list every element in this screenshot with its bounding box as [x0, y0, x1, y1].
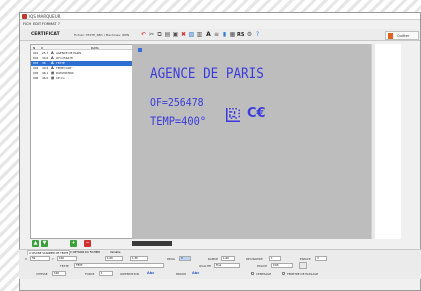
rs-icon[interactable]: RS: [237, 31, 244, 39]
texte-field[interactable]: TEXT: [74, 263, 164, 268]
orientation-button[interactable]: Abc: [147, 271, 154, 275]
row-n: 006: [33, 76, 39, 80]
x-label: X: [25, 257, 27, 261]
vitesse-label: VITESSE: [36, 272, 48, 276]
delete-icon[interactable]: ✖: [180, 31, 187, 39]
x-field[interactable]: 50: [30, 256, 50, 261]
zoom-controls[interactable]: [132, 241, 172, 246]
undo-icon[interactable]: ↶: [140, 31, 147, 39]
police-select[interactable]: COS: [271, 263, 293, 268]
barcode-icon[interactable]: ▥: [196, 31, 203, 39]
exit-button[interactable]: Quitter: [385, 31, 419, 40]
fenetre-label: FENETRE DE PASSAGE: [287, 272, 319, 276]
qualite-select[interactable]: Fine: [214, 263, 240, 268]
force-field[interactable]: 1: [99, 271, 113, 276]
x2-field[interactable]: 1.06: [105, 256, 123, 261]
text-icon[interactable]: A: [205, 31, 212, 39]
police-label: POLICE: [257, 264, 267, 268]
move-down-icon[interactable]: ▼: [41, 240, 48, 247]
espace-field[interactable]: 3: [315, 256, 327, 261]
window-title: IQS MARQUEUR: [29, 14, 61, 19]
grid-icon[interactable]: ▦: [229, 31, 236, 39]
element-tree: N X DATA 001 25.7 A AGENCE DE PARIS 002 …: [30, 44, 147, 239]
app-logo-icon: [22, 14, 27, 19]
menu-bar: FICH EDIT FORMAT ?: [20, 21, 420, 28]
file-info: Fichier: TEXTE_NB1 / Machines: IDEN: [74, 33, 130, 37]
settings-icon[interactable]: ⚙: [246, 31, 253, 39]
y-field[interactable]: 100: [57, 256, 77, 261]
texte-label: TEXTE: [60, 264, 69, 268]
move-up-icon[interactable]: ▲: [32, 240, 39, 247]
menu-edit[interactable]: EDIT: [33, 22, 41, 26]
prog-field[interactable]: 3: [179, 256, 191, 261]
miroir-button[interactable]: Abc: [192, 271, 199, 275]
align-icon[interactable]: ▮: [221, 31, 228, 39]
menu-help[interactable]: ?: [58, 22, 60, 26]
prog-label: PROG: [167, 257, 175, 261]
properties-panel: A CHAINE SCANNER DE TEXTE C OPTIONS DU F…: [19, 249, 421, 279]
rapide-label: RAPIDE: [208, 257, 219, 261]
tree-row[interactable]: 006 46.0 ▦ CE Ico: [31, 76, 146, 81]
copy-icon[interactable]: ⧉: [156, 31, 163, 39]
image-icon[interactable]: ▧: [188, 31, 195, 39]
toolbar-title: CERTIFICAT: [31, 32, 60, 37]
y-label: Y: [52, 257, 54, 261]
tree-button-bar: ▲ ▼ + −: [30, 240, 147, 248]
right-panel: [375, 44, 401, 239]
fenetre-checkbox[interactable]: [282, 272, 285, 275]
col-x: X: [41, 46, 44, 50]
add-element-icon[interactable]: +: [70, 240, 77, 247]
help-icon[interactable]: ?: [254, 31, 261, 39]
qualite-label: QUALITE: [199, 264, 212, 268]
font-browse-button[interactable]: [299, 262, 307, 269]
orientation-label: ORIENTATION: [120, 272, 139, 276]
logo-type-icon: ▦: [51, 76, 55, 80]
espace-label: ESPACE: [300, 257, 311, 261]
tree-header: N X DATA: [31, 45, 146, 50]
miroir-label: MIROIR: [176, 272, 187, 276]
tab-variable[interactable]: Variable: [109, 250, 122, 255]
force-label: FORCE: [85, 272, 95, 276]
cut-icon[interactable]: ✂: [148, 31, 155, 39]
rec-label: REC/RAPIDE: [246, 257, 263, 261]
col-data: DATA: [91, 46, 99, 50]
centrage-checkbox[interactable]: [251, 272, 254, 275]
save-icon[interactable]: ▣: [172, 31, 179, 39]
col-n: N: [33, 46, 36, 50]
ce-mark-icon[interactable]: C€: [247, 106, 266, 121]
exit-label: Quitter: [397, 34, 410, 38]
list-icon[interactable]: ≡: [213, 31, 220, 39]
origin-marker[interactable]: [138, 48, 142, 52]
centrage-label: CENTRAGE: [256, 272, 272, 276]
remove-element-icon[interactable]: −: [84, 240, 91, 247]
vitesse-field[interactable]: 100: [52, 271, 66, 276]
tab-chaine[interactable]: A CHAINE SCANNER DE TEXTE: [27, 250, 71, 255]
row-x: 46.0: [42, 76, 49, 80]
exit-icon: [388, 33, 393, 39]
rec-field[interactable]: 1: [269, 256, 281, 261]
rapide-field[interactable]: 1.00: [221, 256, 235, 261]
datamatrix-icon[interactable]: [224, 108, 242, 122]
label-line-temp[interactable]: TEMP=400°: [150, 114, 206, 128]
row-label: CE Ico: [56, 76, 65, 80]
menu-format[interactable]: FORMAT: [42, 22, 56, 26]
menu-fichier[interactable]: FICH: [23, 22, 31, 26]
paste-icon[interactable]: ▤: [164, 31, 171, 39]
label-line-agence[interactable]: AGENCE DE PARIS: [150, 66, 264, 82]
tab-options[interactable]: C OPTIONS DU FICHIER: [69, 250, 101, 255]
toolbar: CERTIFICAT Fichier: TEXTE_NB1 / Machines…: [20, 29, 420, 41]
title-bar: IQS MARQUEUR: [20, 13, 420, 20]
label-line-of[interactable]: OF=256478: [150, 96, 204, 109]
marking-canvas[interactable]: AGENCE DE PARIS OF=256478 TEMP=400° C€: [132, 44, 371, 239]
y2-field[interactable]: 1.36: [130, 256, 148, 261]
